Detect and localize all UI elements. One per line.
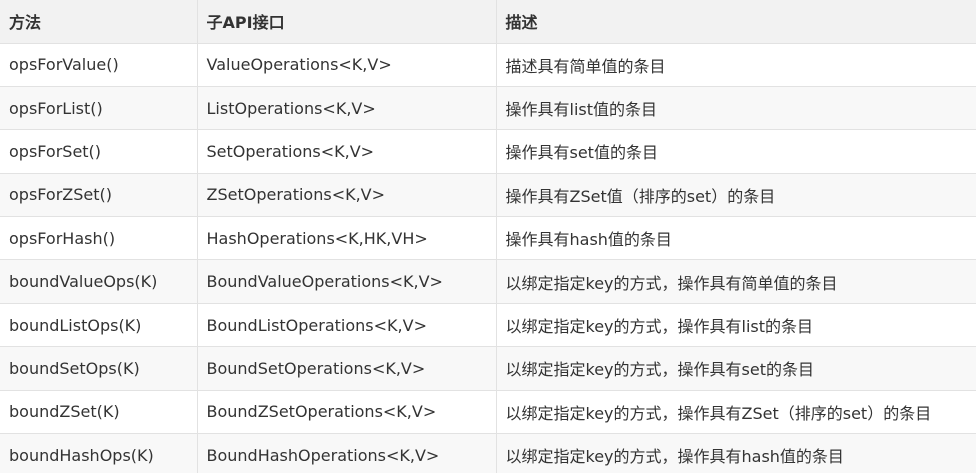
table-header: 方法 子API接口 描述 [0, 0, 976, 44]
sub-api-cell: BoundHashOperations<K,V> [197, 433, 497, 473]
method-cell: boundHashOps(K) [0, 433, 198, 473]
sub-api-cell: ZSetOperations<K,V> [197, 173, 497, 218]
description-cell: 以绑定指定key的方式，操作具有简单值的条目 [496, 259, 976, 304]
table-row: boundValueOps(K) BoundValueOperations<K,… [0, 259, 976, 304]
table-row: opsForZSet() ZSetOperations<K,V> 操作具有ZSe… [0, 173, 976, 218]
description-cell: 以绑定指定key的方式，操作具有hash值的条目 [496, 433, 976, 473]
header-sub-api: 子API接口 [197, 0, 497, 44]
description-cell: 以绑定指定key的方式，操作具有ZSet（排序的set）的条目 [496, 390, 976, 435]
table-body: opsForValue() ValueOperations<K,V> 描述具有简… [0, 43, 976, 473]
description-cell: 操作具有set值的条目 [496, 129, 976, 174]
api-table: 方法 子API接口 描述 opsForValue() ValueOperatio… [0, 0, 976, 473]
method-cell: opsForZSet() [0, 173, 198, 218]
sub-api-cell: ListOperations<K,V> [197, 86, 497, 131]
table-row: opsForValue() ValueOperations<K,V> 描述具有简… [0, 43, 976, 87]
description-cell: 描述具有简单值的条目 [496, 43, 976, 87]
method-cell: opsForSet() [0, 129, 198, 174]
header-description: 描述 [496, 0, 976, 44]
method-cell: opsForList() [0, 86, 198, 131]
description-cell: 操作具有list值的条目 [496, 86, 976, 131]
table-row: opsForHash() HashOperations<K,HK,VH> 操作具… [0, 216, 976, 261]
sub-api-cell: BoundZSetOperations<K,V> [197, 390, 497, 435]
sub-api-cell: BoundSetOperations<K,V> [197, 346, 497, 391]
description-cell: 以绑定指定key的方式，操作具有list的条目 [496, 303, 976, 348]
sub-api-cell: BoundListOperations<K,V> [197, 303, 497, 348]
method-cell: boundListOps(K) [0, 303, 198, 348]
table-row: opsForList() ListOperations<K,V> 操作具有lis… [0, 86, 976, 131]
description-cell: 操作具有hash值的条目 [496, 216, 976, 261]
method-cell: opsForValue() [0, 43, 198, 87]
table-row: boundSetOps(K) BoundSetOperations<K,V> 以… [0, 346, 976, 391]
table-row: boundHashOps(K) BoundHashOperations<K,V>… [0, 433, 976, 473]
table-row: boundZSet(K) BoundZSetOperations<K,V> 以绑… [0, 390, 976, 435]
sub-api-cell: HashOperations<K,HK,VH> [197, 216, 497, 261]
description-cell: 操作具有ZSet值（排序的set）的条目 [496, 173, 976, 218]
header-row: 方法 子API接口 描述 [0, 0, 976, 44]
table-row: opsForSet() SetOperations<K,V> 操作具有set值的… [0, 129, 976, 174]
table-row: boundListOps(K) BoundListOperations<K,V>… [0, 303, 976, 348]
sub-api-cell: ValueOperations<K,V> [197, 43, 497, 87]
sub-api-cell: SetOperations<K,V> [197, 129, 497, 174]
description-cell: 以绑定指定key的方式，操作具有set的条目 [496, 346, 976, 391]
method-cell: boundSetOps(K) [0, 346, 198, 391]
sub-api-cell: BoundValueOperations<K,V> [197, 259, 497, 304]
method-cell: opsForHash() [0, 216, 198, 261]
header-method: 方法 [0, 0, 198, 44]
method-cell: boundValueOps(K) [0, 259, 198, 304]
method-cell: boundZSet(K) [0, 390, 198, 435]
